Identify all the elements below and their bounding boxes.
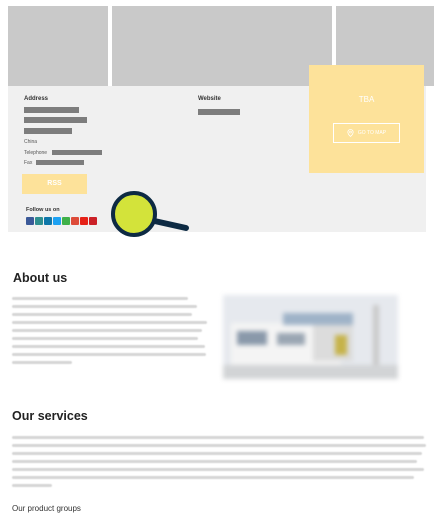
fax-label: Fax bbox=[24, 160, 33, 166]
redacted-text bbox=[52, 150, 102, 155]
pinterest-icon[interactable] bbox=[89, 217, 97, 225]
country-text: China bbox=[24, 139, 38, 145]
company-building-image bbox=[223, 295, 398, 379]
magnifier-icon bbox=[111, 191, 189, 237]
our-services-title: Our services bbox=[12, 409, 88, 423]
website-label: Website bbox=[198, 96, 221, 102]
gallery-image[interactable] bbox=[112, 6, 332, 86]
map-pin-icon bbox=[347, 129, 354, 137]
telephone-label: Telephone bbox=[24, 150, 48, 156]
gallery-image[interactable] bbox=[8, 6, 108, 86]
redacted-text bbox=[198, 109, 240, 115]
youtube-icon[interactable] bbox=[80, 217, 88, 225]
twitter-icon[interactable] bbox=[53, 217, 61, 225]
about-us-title: About us bbox=[13, 271, 68, 285]
promo-box: TBA GO TO MAP bbox=[309, 65, 424, 173]
facebook-icon[interactable] bbox=[26, 217, 34, 225]
wechat-icon[interactable] bbox=[62, 217, 70, 225]
redacted-text bbox=[24, 117, 87, 123]
redacted-text bbox=[24, 128, 72, 134]
rss-button[interactable]: RSS bbox=[22, 174, 87, 194]
go-to-map-label: GO TO MAP bbox=[357, 130, 387, 136]
xing-icon[interactable] bbox=[35, 217, 43, 225]
promo-title: TBA bbox=[358, 95, 375, 104]
address-label: Address bbox=[24, 96, 49, 102]
follow-us-label: Follow us on bbox=[26, 207, 60, 213]
go-to-map-button[interactable]: GO TO MAP bbox=[333, 123, 400, 143]
redacted-text bbox=[36, 160, 84, 165]
product-groups-link[interactable]: Our product groups bbox=[12, 504, 81, 513]
redacted-text bbox=[24, 107, 79, 113]
social-icons bbox=[26, 217, 97, 225]
linkedin-icon[interactable] bbox=[44, 217, 52, 225]
google-plus-icon[interactable] bbox=[71, 217, 79, 225]
